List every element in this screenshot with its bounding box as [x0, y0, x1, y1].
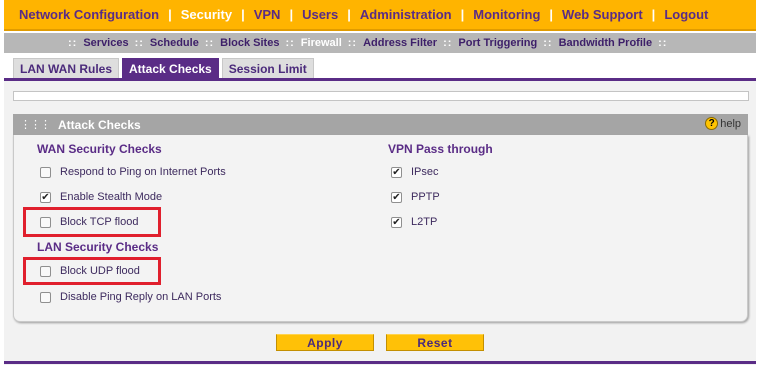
disable-ping-label: Disable Ping Reply on LAN Ports [60, 291, 222, 303]
help-link[interactable]: ? help [705, 117, 741, 130]
sub-navigation: :: Services :: Schedule :: Block Sites :… [4, 33, 756, 53]
ipsec-label: IPsec [411, 166, 439, 178]
l2tp-row: ✔ L2TP [391, 214, 437, 230]
l2tp-checkbox[interactable]: ✔ [391, 216, 402, 228]
tcp-flood-row: Block TCP flood [40, 214, 138, 230]
nav-security[interactable]: Security [172, 7, 241, 22]
grip-icon: ⋮⋮⋮ [20, 119, 51, 131]
udp-flood-row: Block UDP flood [40, 263, 140, 279]
subnav-services[interactable]: Services [83, 37, 128, 49]
subnav-schedule[interactable]: Schedule [150, 37, 199, 49]
nav-vpn[interactable]: VPN [245, 7, 290, 22]
tab-session-limit[interactable]: Session Limit [221, 58, 314, 79]
ipsec-checkbox[interactable]: ✔ [391, 166, 402, 178]
tcp-flood-checkbox[interactable] [40, 216, 51, 228]
lan-security-heading: LAN Security Checks [37, 240, 159, 254]
udp-flood-checkbox[interactable] [40, 265, 51, 277]
respond-ping-label: Respond to Ping on Internet Ports [60, 166, 226, 178]
bottom-border [4, 361, 756, 364]
subnav-bandwidth-profile[interactable]: Bandwidth Profile [559, 37, 653, 49]
tcp-flood-label: Block TCP flood [60, 216, 139, 228]
nav-monitoring[interactable]: Monitoring [464, 7, 549, 22]
question-icon: ? [705, 117, 719, 130]
wan-security-heading: WAN Security Checks [37, 142, 162, 156]
pptp-row: ✔ PPTP [391, 189, 440, 205]
nav-logout[interactable]: Logout [655, 7, 717, 22]
tab-lan-wan-rules[interactable]: LAN WAN Rules [13, 58, 120, 79]
respond-ping-checkbox[interactable] [40, 166, 51, 178]
disable-ping-checkbox[interactable] [40, 291, 51, 303]
apply-button[interactable]: Apply [276, 334, 374, 351]
subnav-firewall[interactable]: Firewall [301, 37, 342, 49]
reset-button[interactable]: Reset [386, 334, 484, 351]
udp-flood-label: Block UDP flood [60, 265, 140, 277]
tab-attack-checks[interactable]: Attack Checks [122, 58, 219, 79]
subnav-address-filter[interactable]: Address Filter [363, 37, 437, 49]
pptp-checkbox[interactable]: ✔ [391, 191, 402, 203]
l2tp-label: L2TP [411, 216, 438, 228]
nav-network-configuration[interactable]: Network Configuration [10, 7, 168, 22]
stealth-mode-row: ✔ Enable Stealth Mode [40, 189, 162, 205]
section-header: ⋮⋮⋮ Attack Checks ? help [13, 114, 748, 135]
section-title: Attack Checks [58, 117, 141, 132]
nav-users[interactable]: Users [293, 7, 347, 22]
respond-ping-row: Respond to Ping on Internet Ports [40, 164, 226, 180]
disable-ping-row: Disable Ping Reply on LAN Ports [40, 289, 221, 305]
tab-bar: LAN WAN Rules Attack Checks Session Limi… [13, 58, 317, 79]
subnav-port-triggering[interactable]: Port Triggering [458, 37, 537, 49]
stealth-mode-checkbox[interactable]: ✔ [40, 191, 51, 203]
ipsec-row: ✔ IPsec [391, 164, 439, 180]
message-bar [13, 91, 749, 101]
help-label: help [720, 117, 741, 130]
top-navigation: Network Configuration | Security | VPN |… [4, 0, 756, 31]
stealth-mode-label: Enable Stealth Mode [60, 191, 163, 203]
subnav-block-sites[interactable]: Block Sites [220, 37, 279, 49]
vpn-passthrough-heading: VPN Pass through [388, 142, 493, 156]
nav-web-support[interactable]: Web Support [553, 7, 652, 22]
nav-administration[interactable]: Administration [351, 7, 461, 22]
pptp-label: PPTP [411, 191, 440, 203]
